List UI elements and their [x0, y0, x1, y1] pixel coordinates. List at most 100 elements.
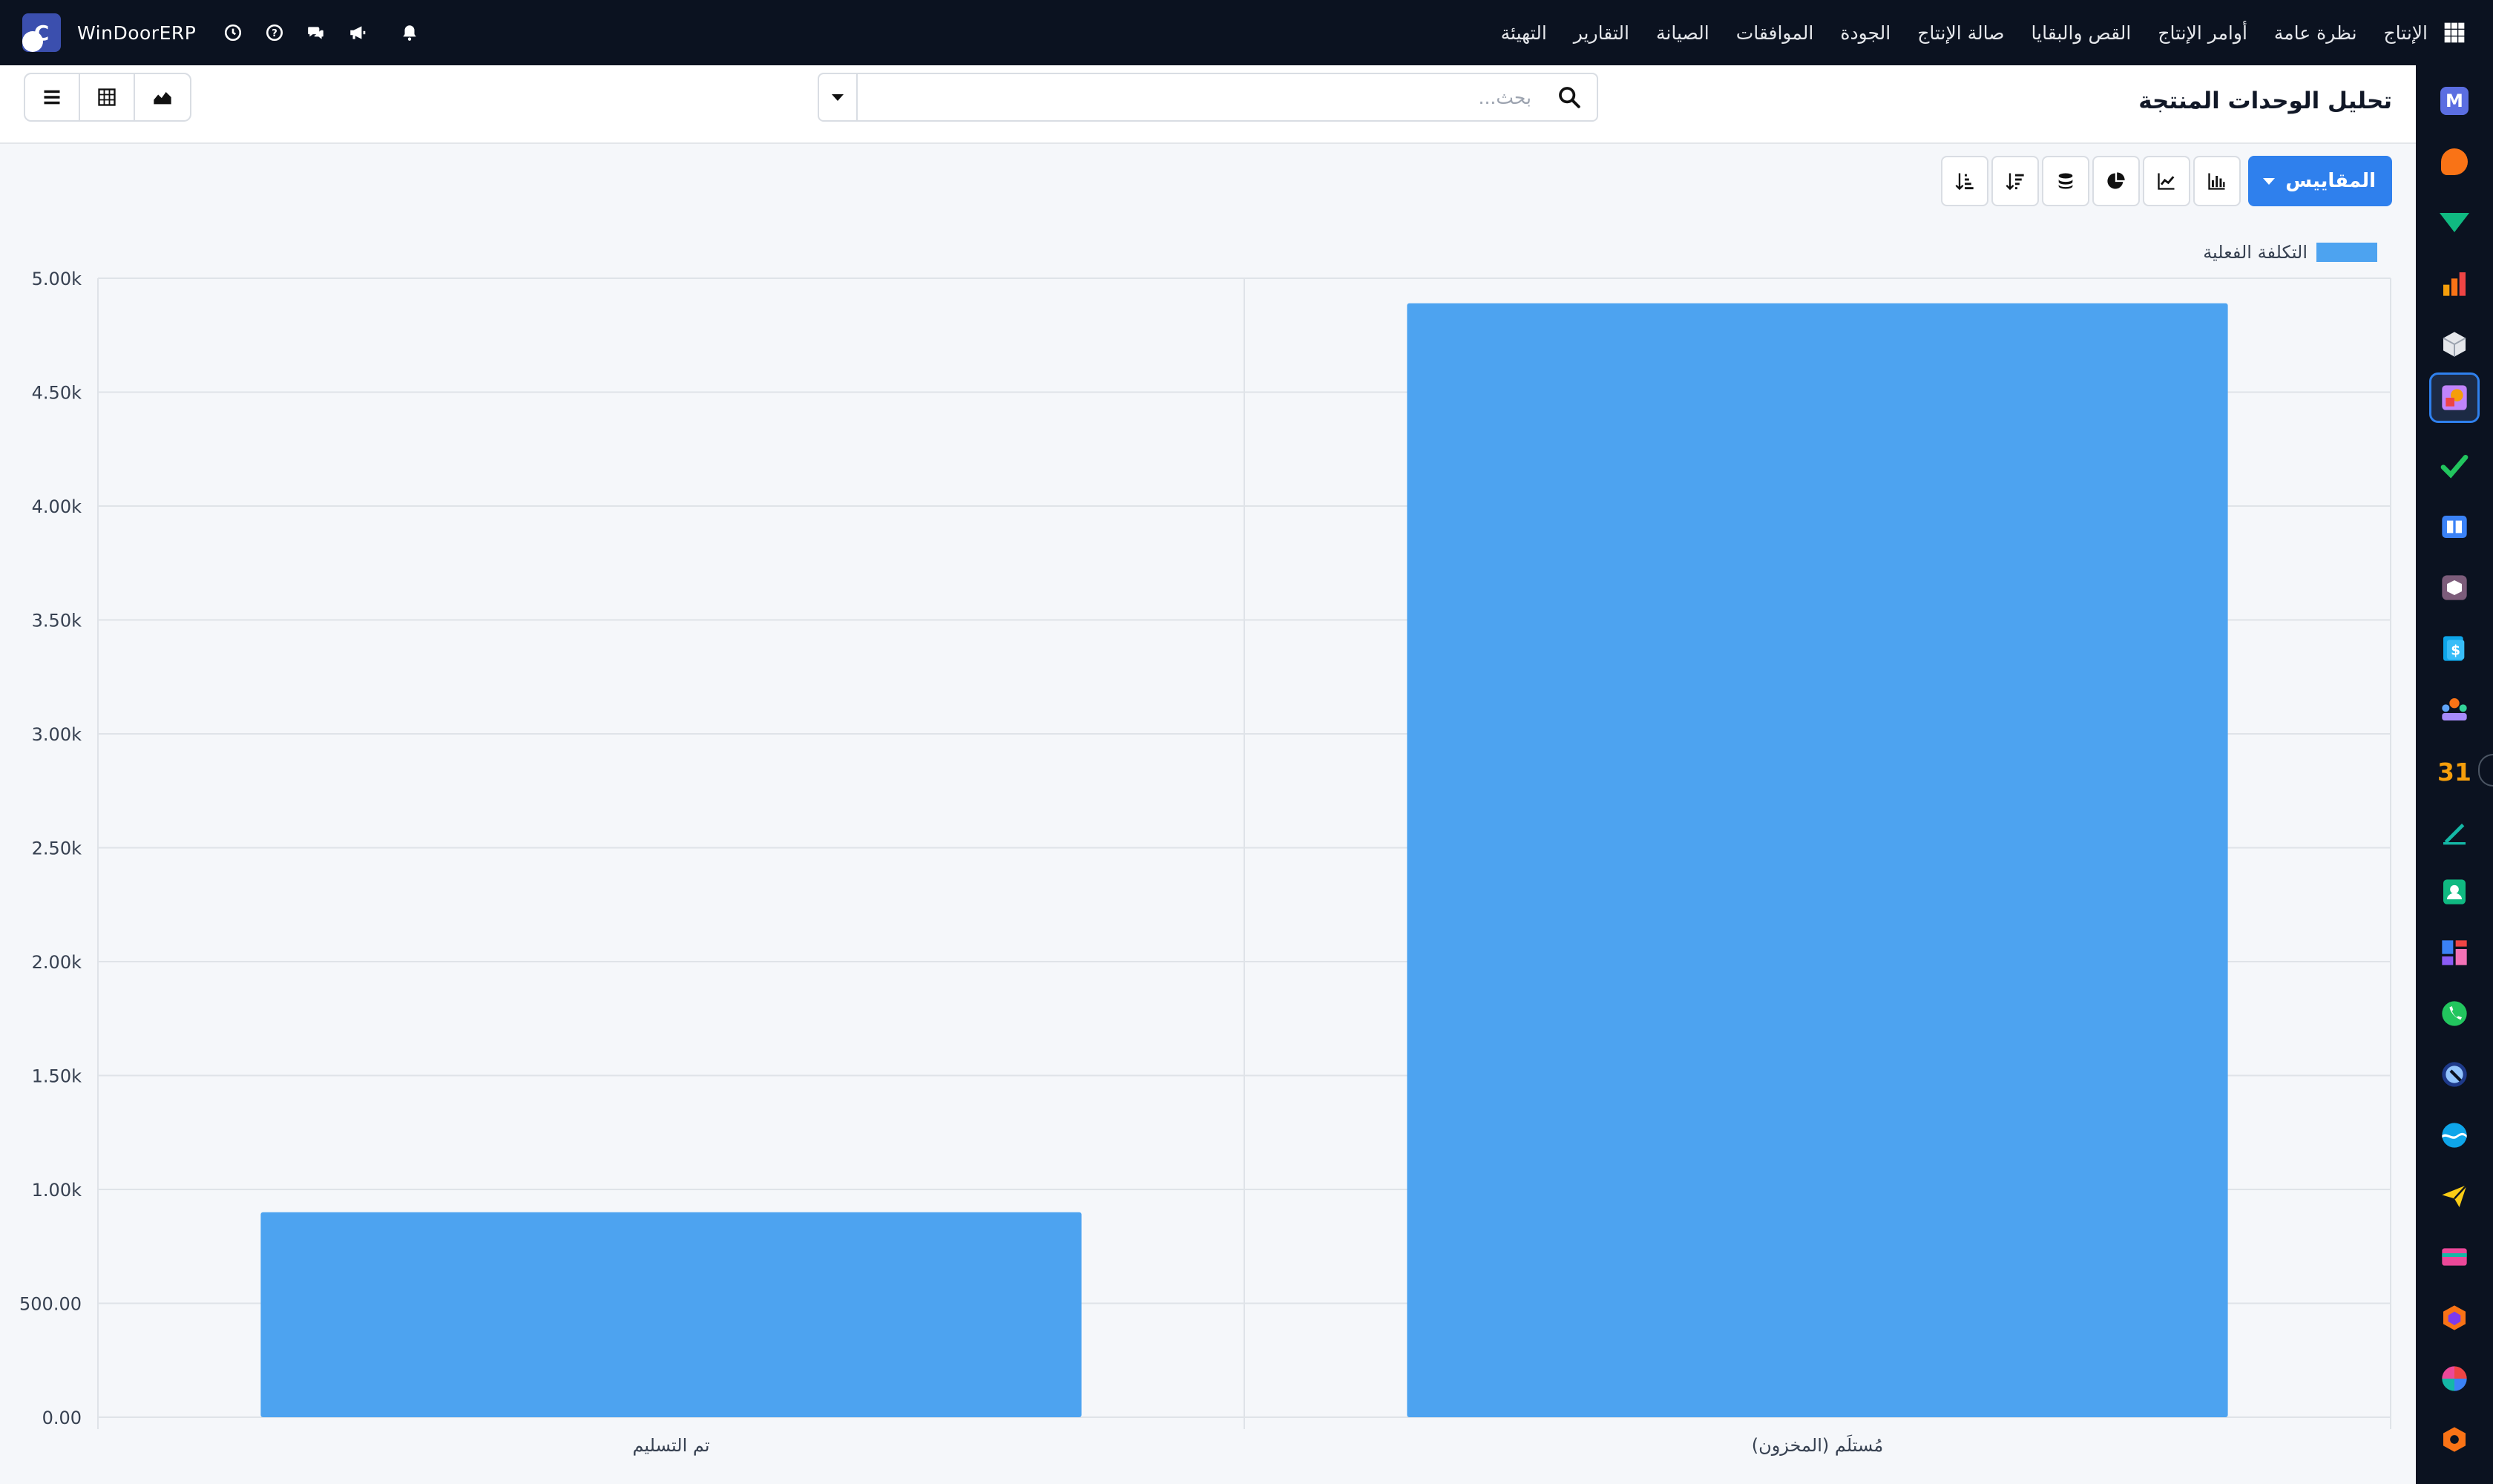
sidebar-app-payments[interactable]	[2429, 1232, 2480, 1282]
nav-item-reports[interactable]: التقارير	[1574, 22, 1629, 44]
x-tick-label: تم التسليم	[632, 1435, 709, 1456]
stacked-button[interactable]	[2042, 156, 2090, 206]
sidebar-app-crm[interactable]	[2429, 197, 2480, 248]
contact-card-icon	[2443, 879, 2466, 904]
control-panel: تحليل الوحدات المنتجة	[0, 65, 2416, 144]
nav-item-production-hall[interactable]: صالة الإنتاج	[1917, 22, 2004, 44]
list-view-button[interactable]	[25, 74, 80, 120]
search-input[interactable]	[864, 80, 1531, 114]
sidebar-app-purchase[interactable]	[2429, 562, 2480, 613]
hexagon-icon	[2443, 1305, 2466, 1330]
sort-descending-icon	[2006, 173, 2024, 191]
sidebar-app-studio[interactable]	[2429, 1353, 2480, 1404]
settings-hexagon-icon	[2443, 1427, 2466, 1452]
box-icon	[2443, 332, 2466, 357]
sort-ascending-button[interactable]	[1941, 156, 1989, 206]
nav-item-production-orders[interactable]: أوامر الإنتاج	[2158, 22, 2247, 44]
sidebar-app-sales[interactable]	[2429, 258, 2480, 309]
graph-toolbar: المقاييس	[1941, 156, 2392, 206]
y-tick-label: 4.50k	[32, 383, 82, 404]
pivot-view-button[interactable]	[80, 74, 135, 120]
nav-item-configuration[interactable]: التهيئة	[1501, 22, 1547, 44]
pie-segments-icon	[2442, 1366, 2467, 1391]
megaphone-icon[interactable]	[341, 16, 374, 49]
nav-item-production[interactable]: الإنتاج	[2384, 22, 2428, 44]
nav-item-approvals[interactable]: الموافقات	[1736, 22, 1814, 44]
sidebar-app-dashboards[interactable]	[2429, 928, 2480, 978]
sidebar-app-employees[interactable]	[2429, 684, 2480, 735]
chat-bubble-icon	[2441, 148, 2468, 175]
bell-icon[interactable]	[393, 16, 426, 49]
navbar-systray: C WinDoorERP ?	[22, 0, 430, 65]
line-chart-button[interactable]	[2143, 156, 2191, 206]
sidebar-app-whatsapp[interactable]	[2429, 988, 2480, 1039]
stack-icon	[2058, 173, 2073, 189]
sidebar-app-manufacturing[interactable]	[2429, 372, 2480, 423]
nav-item-quality[interactable]: الجودة	[1840, 22, 1891, 44]
brand-name[interactable]: WinDoorERP	[77, 22, 196, 44]
y-tick-label: 500.00	[19, 1294, 82, 1315]
chat-icon[interactable]	[300, 16, 332, 49]
caret-down-icon	[2263, 177, 2276, 185]
apps-grid-icon[interactable]	[2438, 16, 2471, 49]
pie-chart-button[interactable]	[2092, 156, 2141, 206]
nav-item-cutting-remnants[interactable]: القص والبقايا	[2031, 22, 2132, 44]
m-app-icon: M	[2440, 87, 2469, 115]
card-icon	[2442, 1248, 2467, 1266]
company-logo[interactable]: C	[22, 13, 61, 52]
sidebar-resize-handle[interactable]	[2478, 754, 2493, 787]
bar	[1407, 303, 2228, 1417]
y-tick-label: 1.00k	[32, 1180, 82, 1201]
sidebar-app-email-marketing[interactable]	[2429, 1171, 2480, 1221]
paper-plane-icon	[2442, 1184, 2468, 1207]
sidebar-app-discover[interactable]	[2429, 1049, 2480, 1100]
apps-sidebar: M $ 31	[2416, 65, 2493, 1484]
pie-chart-icon	[2107, 172, 2125, 189]
y-tick-label: 4.00k	[32, 496, 82, 517]
sidebar-app-sign[interactable]	[2429, 806, 2480, 856]
nav-item-maintenance[interactable]: الصيانة	[1656, 22, 1709, 44]
nav-item-overview[interactable]: نظرة عامة	[2274, 22, 2357, 44]
graph-view-button[interactable]	[135, 74, 190, 120]
svg-text:?: ?	[272, 28, 278, 39]
search-icon[interactable]	[1557, 85, 1582, 110]
sidebar-app-quality[interactable]	[2429, 441, 2480, 491]
sidebar-app-inventory[interactable]	[2429, 319, 2480, 370]
sidebar-app-accounting[interactable]: $	[2429, 623, 2480, 674]
search-bar	[818, 73, 1598, 122]
funnel-icon	[2440, 213, 2469, 232]
top-navbar: C WinDoorERP ? الإنتاج نظرة عامة أوامر ا…	[0, 0, 2493, 65]
x-tick-label: مُستلَم (المخزون)	[1752, 1435, 1884, 1456]
wave-icon	[2442, 1123, 2467, 1148]
y-tick-label: 3.00k	[32, 724, 82, 745]
compass-icon	[2442, 1062, 2467, 1087]
sort-descending-button[interactable]	[1991, 156, 2040, 206]
sidebar-app-settings[interactable]	[2429, 1414, 2480, 1465]
svg-text:31: 31	[2438, 758, 2471, 785]
y-tick-label: 1.50k	[32, 1066, 82, 1087]
line-chart-icon	[2158, 173, 2175, 190]
bar-chart: 0.00 500.00 1.00k 1.50k 2.00k 2.50k 3.00k 3.50k…	[19, 269, 2391, 1456]
measures-dropdown-button[interactable]: المقاييس	[2248, 156, 2392, 206]
sidebar-app-website[interactable]	[2429, 1110, 2480, 1160]
manufacturing-icon	[2442, 385, 2467, 410]
bar-chart-button[interactable]	[2193, 156, 2241, 206]
y-tick-label: 0.00	[42, 1408, 82, 1428]
search-options-toggle[interactable]	[819, 74, 858, 120]
help-icon[interactable]: ?	[258, 16, 291, 49]
sidebar-app-knowledge[interactable]	[2429, 502, 2480, 552]
sidebar-app-modules[interactable]	[2429, 1293, 2480, 1343]
sidebar-app-contacts[interactable]	[2429, 867, 2480, 917]
main-menu: الإنتاج نظرة عامة أوامر الإنتاج القص وال…	[1474, 0, 2471, 65]
svg-text:$: $	[2451, 643, 2460, 658]
graph-view-icon	[154, 92, 171, 105]
company-initial: C	[33, 20, 50, 45]
sidebar-app-calendar[interactable]: 31	[2429, 745, 2480, 795]
page-title: تحليل الوحدات المنتجة	[2138, 88, 2392, 114]
sidebar-app-m[interactable]: M	[2429, 76, 2480, 126]
bar-chart-icon	[2208, 173, 2225, 190]
sidebar-app-discuss[interactable]	[2429, 137, 2480, 187]
clock-icon[interactable]	[217, 16, 249, 49]
sort-ascending-icon	[1955, 173, 1974, 191]
y-tick-label: 5.00k	[32, 269, 82, 289]
